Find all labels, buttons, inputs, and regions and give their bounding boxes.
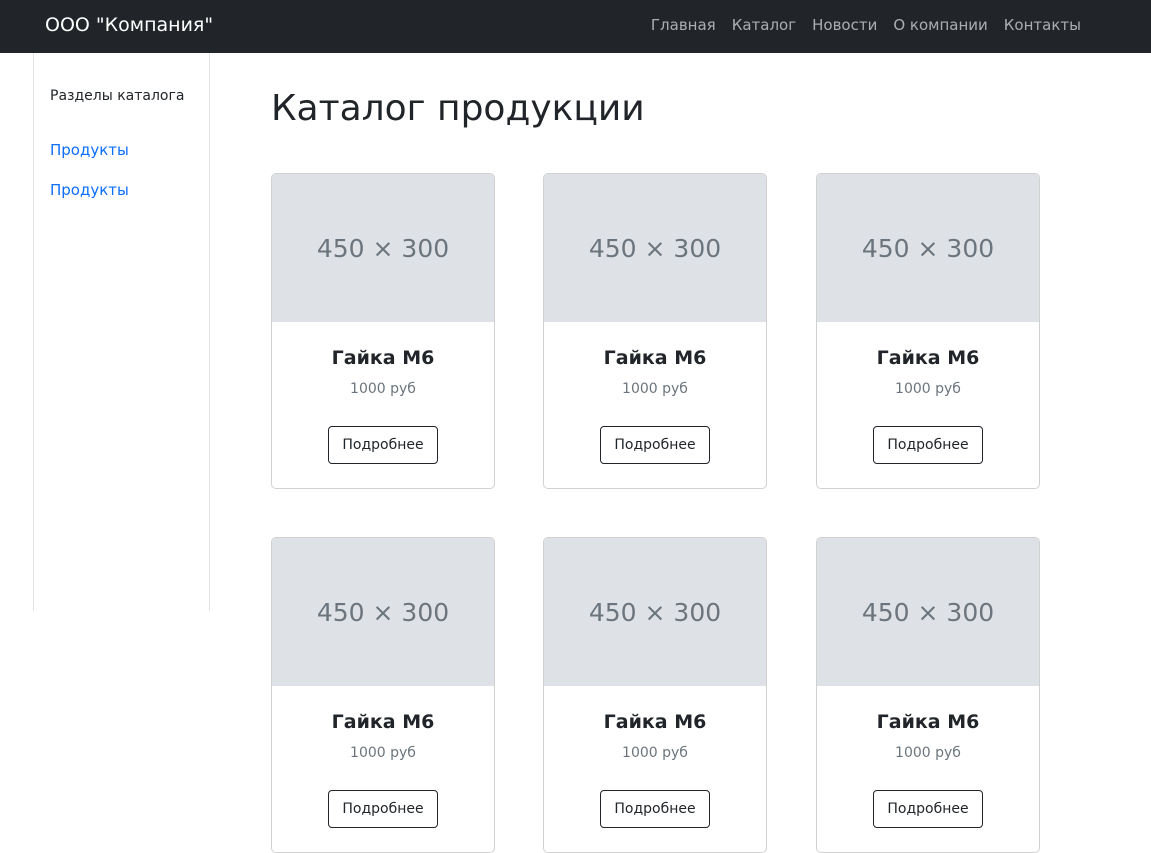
product-title: Гайка М6 bbox=[603, 711, 707, 733]
product-image-placeholder: 450 × 300 bbox=[544, 174, 766, 322]
nav-menu: Главная Каталог Новости О компании Конта… bbox=[651, 16, 1081, 34]
product-title: Гайка М6 bbox=[603, 347, 707, 369]
sidebar: Разделы каталога Продукты Продукты bbox=[33, 53, 210, 611]
product-card: 450 × 300 Гайка М6 1000 руб Подробнее bbox=[543, 537, 767, 853]
nav-link-catalog[interactable]: Каталог bbox=[732, 16, 796, 34]
details-button[interactable]: Подробнее bbox=[328, 790, 438, 828]
brand-logo[interactable]: ООО "Компания" bbox=[45, 14, 213, 36]
product-card: 450 × 300 Гайка М6 1000 руб Подробнее bbox=[816, 537, 1040, 853]
product-image-placeholder: 450 × 300 bbox=[817, 174, 1039, 322]
nav-link-contacts[interactable]: Контакты bbox=[1004, 16, 1081, 34]
product-image-placeholder: 450 × 300 bbox=[272, 174, 494, 322]
product-price: 1000 руб bbox=[350, 381, 416, 397]
nav-link-home[interactable]: Главная bbox=[651, 16, 716, 34]
product-price: 1000 руб bbox=[622, 745, 688, 761]
page-title: Каталог продукции bbox=[271, 88, 645, 129]
sidebar-link-products-2[interactable]: Продукты bbox=[50, 181, 129, 199]
product-title: Гайка М6 bbox=[331, 711, 435, 733]
top-navbar: ООО "Компания" Главная Каталог Новости О… bbox=[0, 0, 1151, 53]
product-title: Гайка М6 bbox=[331, 347, 435, 369]
details-button[interactable]: Подробнее bbox=[328, 426, 438, 464]
details-button[interactable]: Подробнее bbox=[600, 426, 710, 464]
nav-link-about[interactable]: О компании bbox=[893, 16, 987, 34]
product-image-placeholder: 450 × 300 bbox=[272, 538, 494, 686]
product-image-placeholder: 450 × 300 bbox=[544, 538, 766, 686]
product-price: 1000 руб bbox=[895, 381, 961, 397]
product-price: 1000 руб bbox=[350, 745, 416, 761]
sidebar-title: Разделы каталога bbox=[50, 88, 185, 104]
product-title: Гайка М6 bbox=[876, 711, 980, 733]
details-button[interactable]: Подробнее bbox=[873, 426, 983, 464]
sidebar-link-products-1[interactable]: Продукты bbox=[50, 141, 129, 159]
product-title: Гайка М6 bbox=[876, 347, 980, 369]
details-button[interactable]: Подробнее bbox=[600, 790, 710, 828]
product-price: 1000 руб bbox=[622, 381, 688, 397]
product-price: 1000 руб bbox=[895, 745, 961, 761]
product-card: 450 × 300 Гайка М6 1000 руб Подробнее bbox=[271, 537, 495, 853]
product-image-placeholder: 450 × 300 bbox=[817, 538, 1039, 686]
nav-link-news[interactable]: Новости bbox=[812, 16, 877, 34]
details-button[interactable]: Подробнее bbox=[873, 790, 983, 828]
product-card: 450 × 300 Гайка М6 1000 руб Подробнее bbox=[543, 173, 767, 489]
product-card: 450 × 300 Гайка М6 1000 руб Подробнее bbox=[271, 173, 495, 489]
product-card: 450 × 300 Гайка М6 1000 руб Подробнее bbox=[816, 173, 1040, 489]
